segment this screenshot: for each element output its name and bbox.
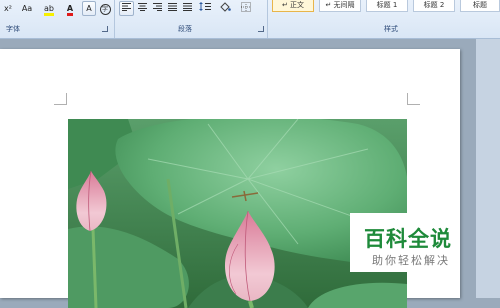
borders-button[interactable]	[235, 1, 257, 16]
align-right-button[interactable]	[150, 1, 165, 16]
ribbon: x² Aa ab A A 字 字体 段落 ↵ 正文 ↵ 无间隔 标题 1 标题 …	[0, 0, 500, 39]
style-normal[interactable]: ↵ 正文	[272, 0, 314, 12]
border-grid-icon	[241, 2, 251, 12]
style-title[interactable]: 标题	[460, 0, 500, 12]
superscript-label: x²	[4, 4, 12, 13]
font-dialog-launcher[interactable]	[102, 26, 108, 32]
font-group-label: 字体	[6, 25, 20, 33]
watermark-title: 百科全说	[364, 227, 452, 251]
style-title-label: 标题	[473, 1, 487, 9]
crop-mark	[54, 104, 66, 105]
crop-mark	[66, 93, 67, 105]
group-separator	[267, 0, 268, 38]
align-left-icon	[122, 3, 131, 11]
crop-mark	[408, 104, 420, 105]
change-case-label: Aa	[21, 4, 33, 13]
character-shading-label: A	[86, 4, 92, 13]
styles-group-label: 样式	[384, 25, 398, 33]
align-left-button[interactable]	[119, 1, 134, 16]
style-no-spacing[interactable]: ↵ 无间隔	[319, 0, 361, 12]
change-case-button[interactable]: Aa	[16, 1, 38, 16]
superscript-button[interactable]: x²	[0, 1, 16, 16]
style-no-spacing-label: ↵ 无间隔	[325, 1, 355, 9]
distributed-button[interactable]	[180, 1, 195, 16]
group-separator	[114, 0, 115, 38]
style-normal-label: ↵ 正文	[281, 1, 305, 9]
paint-bucket-icon	[220, 2, 231, 12]
style-heading-2[interactable]: 标题 2	[413, 0, 455, 12]
justify-icon	[168, 3, 177, 11]
enclose-characters-button[interactable]: 字	[97, 1, 113, 16]
distributed-icon	[183, 3, 192, 11]
font-color-label: A	[66, 4, 74, 16]
line-spacing-icon	[199, 2, 211, 11]
font-color-button[interactable]: A	[60, 1, 80, 16]
watermark-badge: 百科全说 助你轻松解决	[350, 213, 460, 272]
crop-mark	[407, 93, 408, 105]
justify-button[interactable]	[165, 1, 180, 16]
style-heading-2-label: 标题 2	[423, 1, 445, 9]
style-heading-1[interactable]: 标题 1	[366, 0, 408, 12]
enclose-characters-icon: 字	[99, 4, 111, 15]
style-heading-1-label: 标题 1	[376, 1, 398, 9]
enclose-label: 字	[101, 6, 108, 13]
watermark-subtitle: 助你轻松解决	[372, 254, 450, 267]
highlight-button[interactable]: ab	[38, 1, 60, 16]
line-spacing-button[interactable]	[196, 1, 214, 16]
highlight-label: ab	[44, 4, 54, 16]
paragraph-dialog-launcher[interactable]	[258, 26, 264, 32]
align-center-icon	[138, 3, 147, 11]
align-right-icon	[153, 3, 162, 11]
character-shading-button[interactable]: A	[82, 1, 96, 16]
side-panel	[476, 39, 500, 298]
paragraph-group-label: 段落	[178, 25, 192, 33]
align-center-button[interactable]	[135, 1, 150, 16]
shading-button[interactable]	[215, 1, 235, 16]
